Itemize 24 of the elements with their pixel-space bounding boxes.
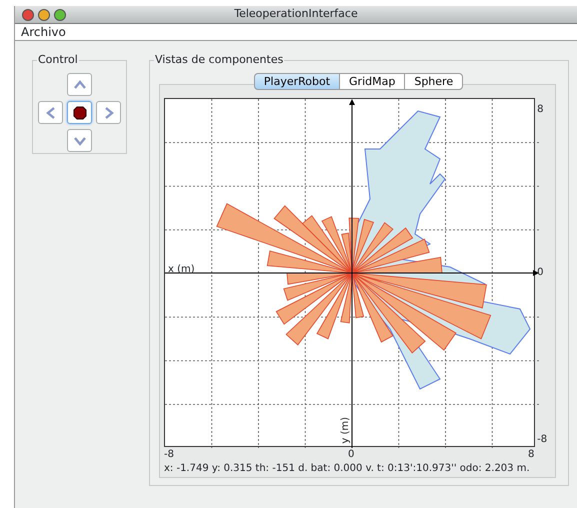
arrow-button[interactable] bbox=[67, 73, 92, 96]
status-text: x: -1.749 y: 0.315 th: -151 d. bat: 0.000 v. t: 0:13':10.973'' odo: 2.203 m. bbox=[164, 462, 531, 476]
tick-label: 8 bbox=[528, 448, 534, 462]
axis-label: y (m) bbox=[339, 417, 352, 444]
zoom-button[interactable] bbox=[54, 8, 66, 20]
close-button[interactable] bbox=[22, 8, 34, 20]
axis-label: x (m) bbox=[168, 263, 195, 277]
stop-button[interactable] bbox=[67, 101, 92, 124]
tick-label: -8 bbox=[164, 448, 174, 462]
tab[interactable]: Sphere bbox=[404, 73, 464, 90]
tab[interactable]: PlayerRobot bbox=[254, 73, 340, 90]
tick-label: 8 bbox=[537, 103, 544, 117]
tab[interactable]: GridMap bbox=[339, 73, 406, 90]
chevron-icon bbox=[72, 78, 86, 92]
chevron-icon bbox=[44, 106, 58, 120]
group-title: Vistas de componentes bbox=[154, 53, 284, 67]
tick-label: -8 bbox=[537, 433, 548, 447]
arrow-button[interactable] bbox=[67, 129, 92, 152]
tick-label: 0 bbox=[348, 448, 354, 462]
stop-icon bbox=[72, 106, 86, 120]
window-title: TeleoperationInterface bbox=[233, 6, 359, 22]
tick-label: 0 bbox=[537, 266, 544, 280]
menu-item[interactable]: Archivo bbox=[21, 23, 66, 41]
minimize-button[interactable] bbox=[38, 8, 50, 20]
